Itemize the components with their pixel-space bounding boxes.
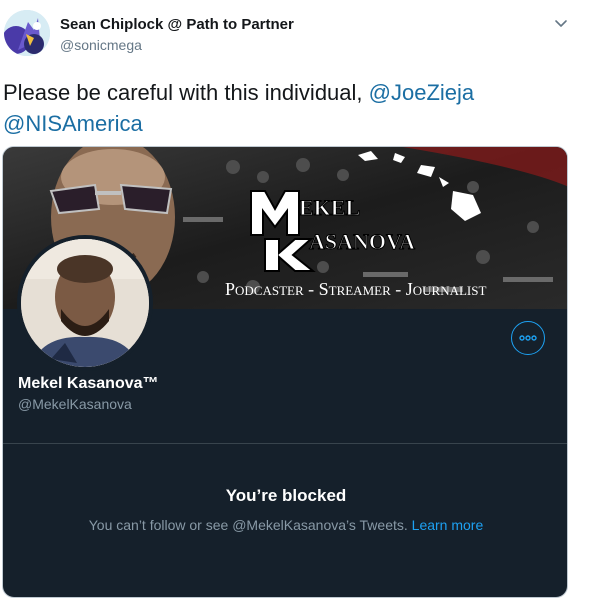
banner-tagline: Podcaster - Streamer - Journalist [225,279,486,299]
mention-link[interactable]: @NISAmerica [3,111,143,136]
avatar-icon [4,10,50,56]
logo-line-2: ASANOVA [309,229,415,254]
author-name[interactable]: Sean Chiplock @ Path to Partner [60,16,294,33]
more-icon [519,335,537,341]
mention-link[interactable]: @JoeZieja [369,80,475,105]
blocked-message-text: You can’t follow or see @MekelKasanova’s… [88,517,412,533]
tweet: Sean Chiplock @ Path to Partner @sonicme… [0,0,590,606]
author-avatar[interactable] [4,10,50,56]
author-handle[interactable]: @sonicmega [60,37,142,53]
blocked-profile-card[interactable]: EKEL ASANOVA Podcaster - Streamer - Jour… [2,146,568,598]
profile-avatar[interactable] [17,235,153,371]
profile-name[interactable]: Mekel Kasanova™ [18,375,159,393]
blocked-title: You’re blocked [225,486,347,505]
learn-more-link[interactable]: Learn more [412,517,484,533]
more-options-button[interactable] [511,321,545,355]
profile-handle[interactable]: @MekelKasanova [18,396,132,412]
tweet-body: Please be careful with this individual, [3,80,369,105]
chevron-down-icon[interactable] [551,14,571,34]
divider [3,443,567,444]
blocked-message: You can’t follow or see @MekelKasanova’s… [3,517,567,533]
logo-line-1: EKEL [299,195,360,220]
tweet-text: Please be careful with this individual, … [3,77,578,139]
